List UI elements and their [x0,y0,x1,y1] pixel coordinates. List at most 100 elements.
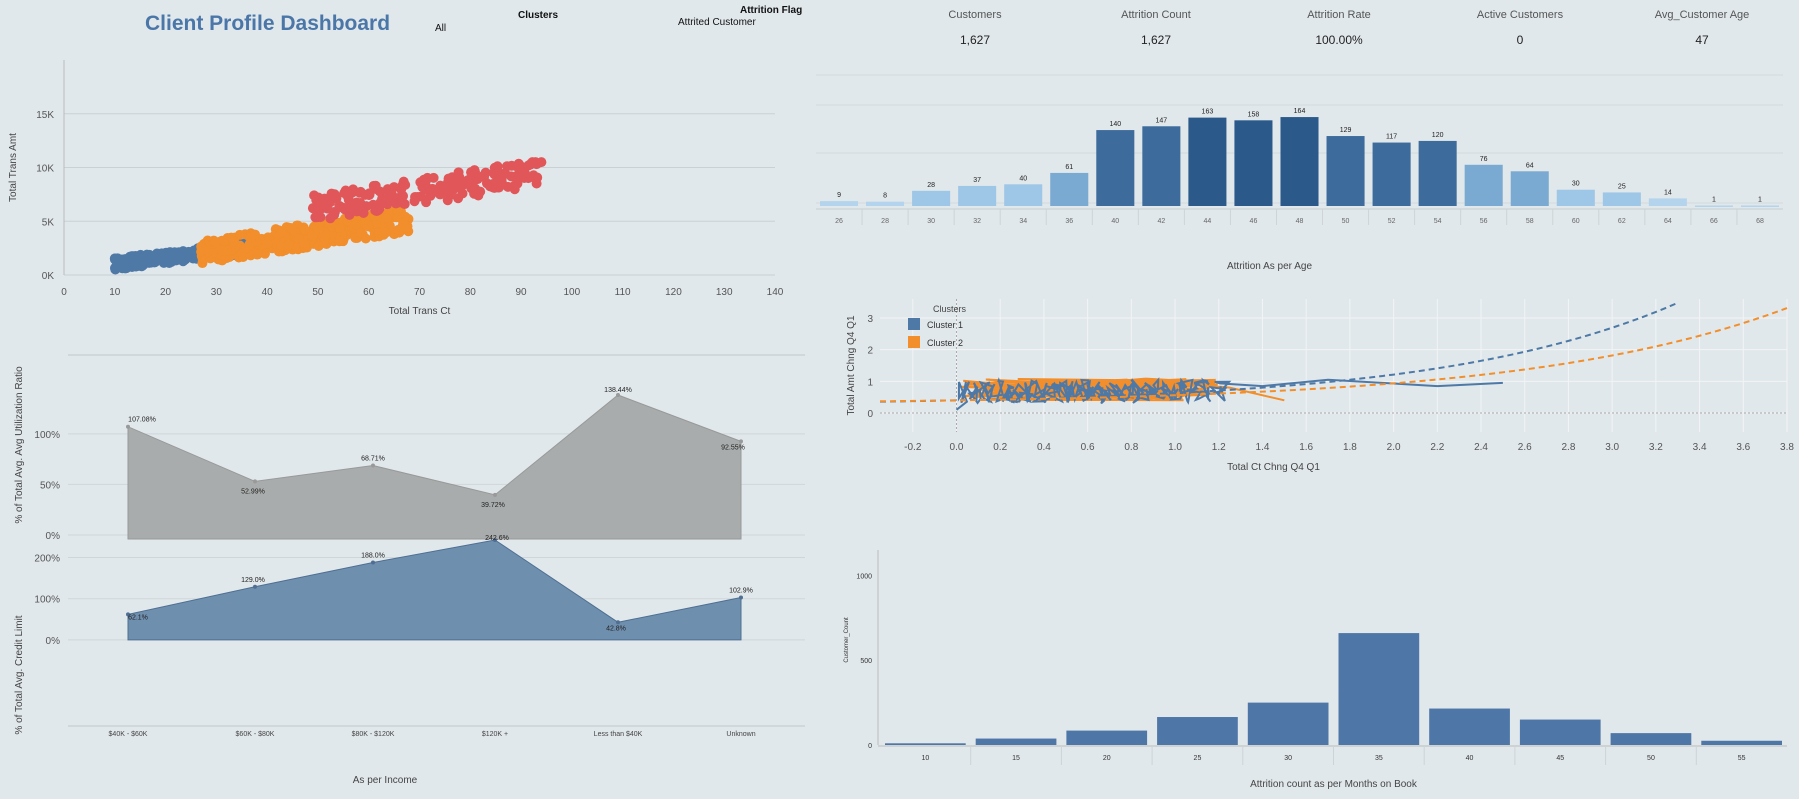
kpi-attrition-count-label: Attrition Count [1121,9,1191,21]
y-tick-label: 2 [867,346,873,357]
months-bar-chart[interactable]: 0 500 1000 10 15 20 25 30 35 40 45 50 55 Customer_Cou… [840,540,1799,795]
utilization-area-chart[interactable]: 0% 50% 100% 107.08% 52.99% 68.71% 39.72% 138.44… [0,350,810,545]
months-bar[interactable] [1247,702,1329,745]
x-tick-label: 2.2 [1430,442,1444,453]
age-bar[interactable] [912,190,951,206]
y-axis-title: Customer_Count [844,617,850,663]
kpi-customers-label: Customers [948,9,1002,21]
x-tick-label: 2.6 [1518,442,1532,453]
months-bar[interactable] [1429,708,1510,745]
x-tick-label: 60 [363,287,375,298]
scatter-point [226,232,237,243]
scatter-point [334,236,345,247]
months-bar[interactable] [1701,740,1782,745]
x-tick-label: 130 [716,287,733,298]
age-bar[interactable] [1740,205,1779,207]
age-bar[interactable] [958,185,997,206]
age-bar[interactable] [1096,130,1135,206]
x-tick-label: 36 [1065,218,1073,225]
age-bar[interactable] [1234,120,1273,206]
age-bar-chart[interactable]: 9268282830373240346136140401474216344158… [808,55,1790,280]
bar-value-label: 129 [1340,127,1352,134]
age-bar[interactable] [820,201,859,206]
scatter-point [410,191,421,202]
age-bar[interactable] [1418,140,1457,206]
x-tick-label: 60 [1572,218,1580,225]
age-bar[interactable] [1510,171,1549,206]
x-axis-title: Total Trans Ct [389,306,451,317]
scatter-point [328,207,339,218]
age-bar[interactable] [1556,189,1595,206]
scatter-point [347,187,358,198]
age-bar[interactable] [1050,172,1089,206]
cluster-filter-value[interactable]: All [435,23,446,34]
scatter-point [447,185,458,196]
x-tick-label: 64 [1664,218,1672,225]
x-tick-label: 52 [1388,218,1396,225]
x-tick-label: $120K + [482,731,508,738]
months-bar[interactable] [975,738,1057,745]
change-line-chart[interactable]: -0.2 0.0 0.2 0.4 0.6 0.8 1.0 1.2 1.4 1.6 1.8 2.0 2.2… [840,295,1799,510]
x-tick-label: 50 [1647,755,1655,762]
scatter-point [131,261,142,272]
months-bar[interactable] [1157,717,1238,745]
scatter-point [457,188,468,199]
x-tick-label: 3.8 [1780,442,1794,453]
x-tick-label: 10 [921,755,929,762]
x-tick-label: 54 [1434,218,1442,225]
y-axis-title: % of Total Avg. Credit Limit [14,615,25,734]
area-point [739,595,743,600]
scatter-point [487,182,498,193]
age-bar[interactable] [1142,126,1181,206]
y-tick-label: 5K [42,217,55,228]
legend-title: Clusters [933,304,967,314]
x-tick-label: 30 [927,218,935,225]
area-fill [127,539,742,641]
months-bar[interactable] [885,743,966,745]
bar-value-label: 8 [883,193,887,200]
age-bar[interactable] [1004,184,1043,206]
scatter-point [511,171,522,182]
age-bar[interactable] [1280,117,1319,206]
bar-value-label: 1 [1758,196,1762,203]
months-bar[interactable] [1519,719,1601,745]
x-tick-label: 3.6 [1736,442,1750,453]
x-tick-label: $60K - $80K [236,731,275,738]
kpi-active-customers-value: 0 [1516,33,1524,47]
scatter-point [523,173,534,184]
age-bar[interactable] [1602,192,1641,206]
x-tick-label: 62 [1618,218,1626,225]
x-tick-label: 68 [1756,218,1764,225]
credit-limit-area-chart[interactable]: 0% 100% 200% 62.1% 129.0% 188.0% 242.6% 42.8% 10… [0,535,810,795]
age-bar[interactable] [1326,136,1365,206]
scatter-point [362,220,373,231]
x-tick-label: 0.4 [1037,442,1051,453]
age-bar[interactable] [1648,198,1687,206]
age-bar[interactable] [1372,142,1411,206]
months-bar[interactable] [1610,733,1692,745]
scatter-point [399,199,410,210]
data-label: 92.55% [721,444,745,451]
trans-scatter-chart[interactable]: 0K 5K 10K 15K 0 10 20 30 40 50 60 70 80 90 100 110 120 13… [0,50,800,325]
x-tick-label: 25 [1194,755,1202,762]
age-bar[interactable] [1464,164,1503,206]
bar-value-label: 9 [837,192,841,199]
age-bar[interactable] [866,201,905,206]
kpi-avg-age-value: 47 [1695,33,1709,47]
kpi-avg-age-label: Avg_Customer Age [1654,9,1750,21]
bar-value-label: 30 [1572,181,1580,188]
attrition-flag-value[interactable]: Attrited Customer [678,17,756,28]
scatter-point [531,159,542,170]
age-bar[interactable] [1188,117,1227,206]
data-label: 188.0% [361,552,385,559]
months-bar[interactable] [1066,730,1148,745]
age-bar[interactable] [1694,205,1733,207]
y-tick-label: 10K [36,164,54,175]
scatter-point [364,189,375,200]
y-tick-label: 0K [42,271,55,282]
y-tick-label: 500 [860,658,872,665]
y-tick-label: 1 [867,377,873,388]
x-tick-label: 0.8 [1124,442,1138,453]
bar-value-label: 140 [1109,121,1121,128]
months-bar[interactable] [1338,633,1420,745]
